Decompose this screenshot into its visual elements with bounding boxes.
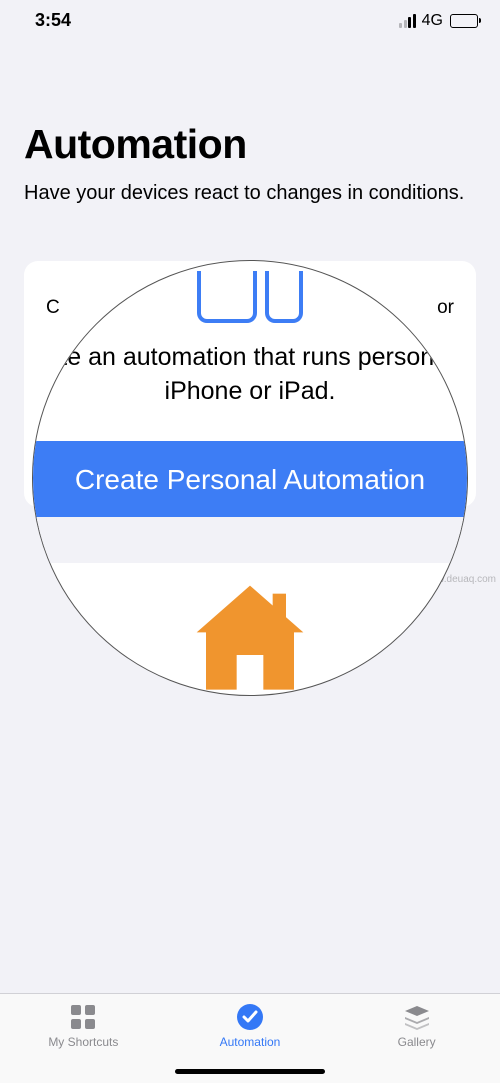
page-header: Automation Have your devices react to ch… bbox=[0, 35, 500, 227]
tab-label: Gallery bbox=[398, 1035, 436, 1049]
page-subtitle: Have your devices react to changes in co… bbox=[24, 180, 476, 207]
shortcuts-grid-icon bbox=[68, 1002, 98, 1032]
create-personal-automation-button[interactable]: Create Personal Automation bbox=[33, 441, 467, 519]
status-time: 3:54 bbox=[35, 10, 71, 31]
signal-icon bbox=[399, 14, 416, 28]
tab-label: Automation bbox=[220, 1035, 281, 1049]
home-indicator[interactable] bbox=[175, 1069, 325, 1074]
zoom-separator bbox=[33, 517, 467, 563]
tab-my-shortcuts[interactable]: My Shortcuts bbox=[23, 1002, 143, 1049]
battery-icon bbox=[450, 14, 478, 28]
page-title: Automation bbox=[24, 121, 476, 168]
devices-icon bbox=[197, 271, 303, 323]
magnifier-overlay: ate an automation that runs personal iPh… bbox=[32, 260, 468, 696]
tab-label: My Shortcuts bbox=[48, 1035, 118, 1049]
gallery-stack-icon bbox=[402, 1002, 432, 1032]
status-bar: 3:54 4G bbox=[0, 0, 500, 35]
zoom-description: ate an automation that runs personal iPh… bbox=[33, 341, 467, 409]
zoom-home-icon bbox=[190, 584, 310, 696]
status-right: 4G bbox=[399, 12, 478, 30]
tab-gallery[interactable]: Gallery bbox=[357, 1002, 477, 1049]
automation-check-icon bbox=[235, 1002, 265, 1032]
network-label: 4G bbox=[422, 12, 443, 30]
tab-automation[interactable]: Automation bbox=[190, 1002, 310, 1049]
